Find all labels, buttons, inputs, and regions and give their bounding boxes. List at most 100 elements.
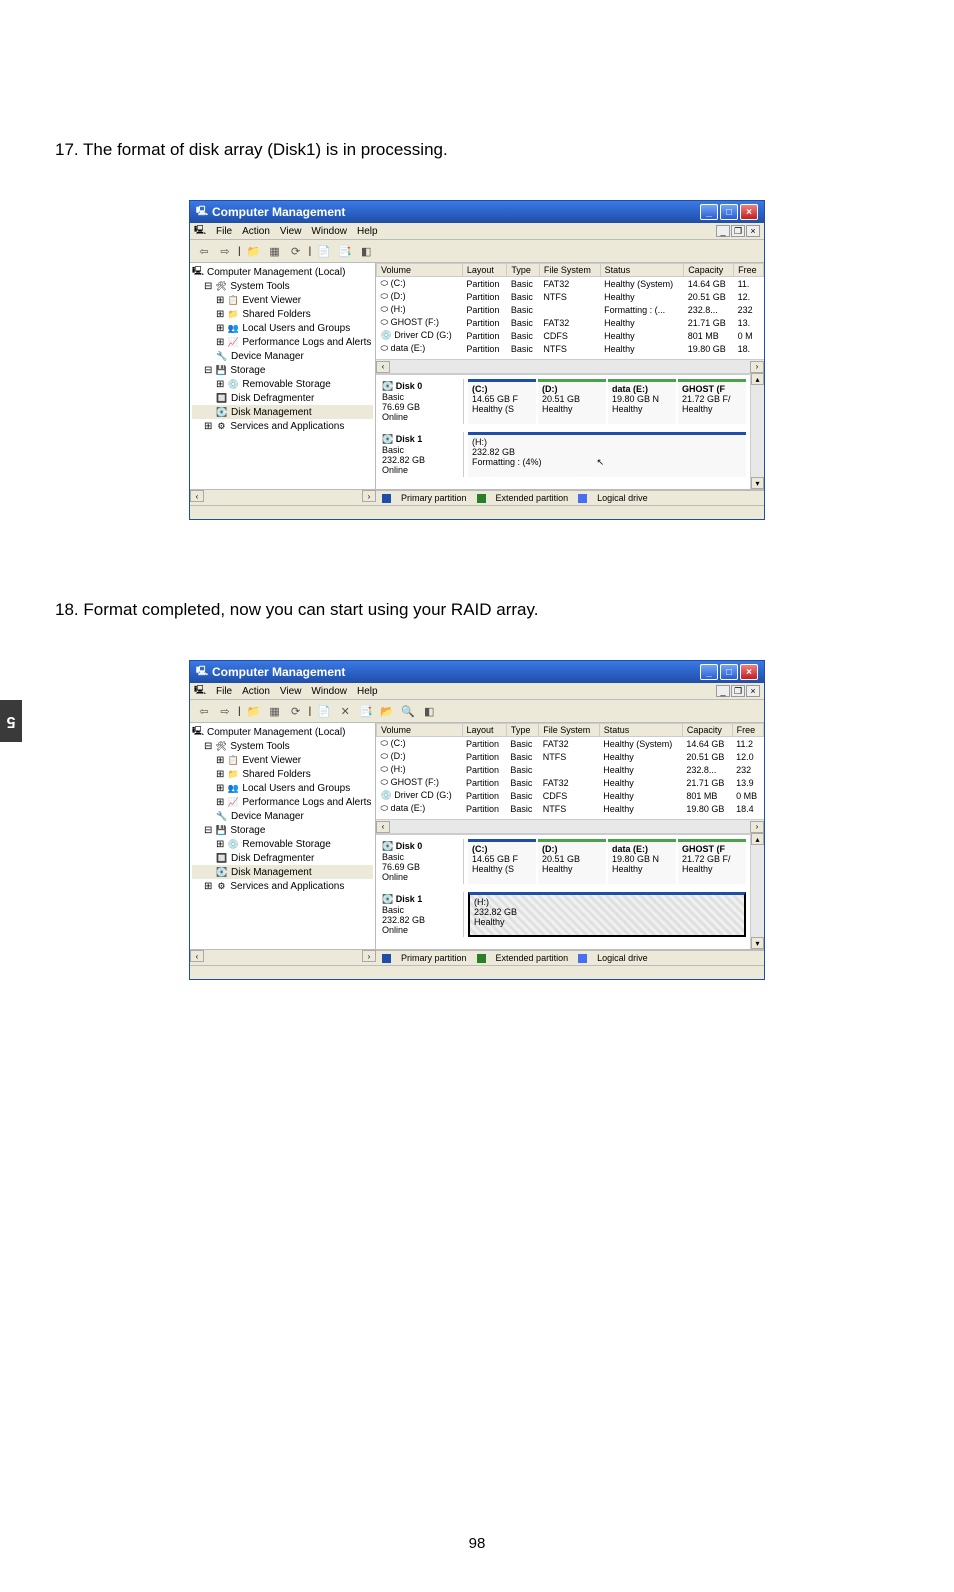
- disk0-partition[interactable]: GHOST (F21.72 GB F/Healthy: [678, 379, 746, 424]
- col-type[interactable]: Type: [507, 264, 540, 277]
- scroll-right-icon[interactable]: ›: [750, 821, 764, 833]
- tree-pane[interactable]: 🖳Computer Management (Local) ⊟🛠System To…: [190, 723, 376, 949]
- horizontal-scrollbar[interactable]: ‹ ›: [376, 359, 764, 373]
- menu-file[interactable]: File: [216, 686, 232, 697]
- menu-help[interactable]: Help: [357, 686, 378, 697]
- col-volume[interactable]: Volume: [377, 724, 463, 737]
- tree-pane[interactable]: 🖳Computer Management (Local) ⊟🛠System To…: [190, 263, 376, 489]
- refresh-icon[interactable]: ⟳: [288, 703, 304, 719]
- refresh-icon[interactable]: ⟳: [288, 243, 304, 259]
- col-capacity[interactable]: Capacity: [682, 724, 732, 737]
- delete-icon[interactable]: ✕: [337, 703, 353, 719]
- tree-storage[interactable]: ⊟💾Storage: [192, 363, 373, 377]
- disk0-row[interactable]: 💽 Disk 0 Basic 76.69 GB Online (C:)14.65…: [380, 379, 746, 424]
- titlebar[interactable]: 🖳 Computer Management _ □ ×: [190, 201, 764, 223]
- close-button[interactable]: ×: [740, 664, 758, 680]
- inner-close-button[interactable]: ×: [746, 685, 760, 697]
- menu-view[interactable]: View: [280, 226, 302, 237]
- disk1-partition[interactable]: (H:) 232.82 GB Healthy: [468, 892, 746, 937]
- scroll-down-icon[interactable]: ▾: [751, 477, 764, 489]
- tree-defrag[interactable]: 🔲Disk Defragmenter: [192, 851, 373, 865]
- disk0-row[interactable]: 💽 Disk 0 Basic 76.69 GB Online (C:)14.65…: [380, 839, 746, 884]
- volume-table[interactable]: Volume Layout Type File System Status Ca…: [376, 723, 764, 815]
- disk0-partition[interactable]: GHOST (F21.72 GB F/Healthy: [678, 839, 746, 884]
- list-icon[interactable]: ▦: [267, 243, 283, 259]
- tree-defrag[interactable]: 🔲Disk Defragmenter: [192, 391, 373, 405]
- tree-services[interactable]: ⊞⚙Services and Applications: [192, 879, 373, 893]
- menu-help[interactable]: Help: [357, 226, 378, 237]
- menu-action[interactable]: Action: [242, 686, 270, 697]
- tree-sharedfolders[interactable]: ⊞📁Shared Folders: [192, 307, 373, 321]
- disk1-row[interactable]: 💽 Disk 1 Basic 232.82 GB Online (H:) 232…: [380, 892, 746, 937]
- back-icon[interactable]: ⇦: [196, 703, 212, 719]
- inner-restore-button[interactable]: ❐: [731, 225, 745, 237]
- tree-services[interactable]: ⊞⚙Services and Applications: [192, 419, 373, 433]
- tree-localusers[interactable]: ⊞👥Local Users and Groups: [192, 321, 373, 335]
- inner-restore-button[interactable]: ❐: [731, 685, 745, 697]
- disk0-partition[interactable]: (D:)20.51 GBHealthy: [538, 839, 606, 884]
- col-fs[interactable]: File System: [539, 264, 600, 277]
- menu-file[interactable]: File: [216, 226, 232, 237]
- tree-devmgr[interactable]: 🔧Device Manager: [192, 809, 373, 823]
- col-fs[interactable]: File System: [539, 724, 599, 737]
- col-free[interactable]: Free: [732, 724, 763, 737]
- disk0-partition[interactable]: (C:)14.65 GB FHealthy (S: [468, 379, 536, 424]
- table-row[interactable]: ⬭ (C:)PartitionBasicFAT32Healthy (System…: [377, 277, 764, 291]
- vertical-scrollbar[interactable]: ▴ ▾: [750, 833, 764, 949]
- scroll-down-icon[interactable]: ▾: [751, 937, 764, 949]
- disk0-partition[interactable]: (C:)14.65 GB FHealthy (S: [468, 839, 536, 884]
- menu-action[interactable]: Action: [242, 226, 270, 237]
- col-layout[interactable]: Layout: [462, 724, 506, 737]
- search-toolbar-icon[interactable]: 🔍: [400, 703, 416, 719]
- tree-systools[interactable]: ⊟🛠System Tools: [192, 739, 373, 753]
- tree-diskmgmt[interactable]: 💽Disk Management: [192, 405, 373, 419]
- settings-icon[interactable]: 📑: [337, 243, 353, 259]
- properties-icon[interactable]: 📄: [316, 703, 332, 719]
- scroll-up-icon[interactable]: ▴: [751, 833, 764, 845]
- titlebar[interactable]: 🖳 Computer Management _ □ ×: [190, 661, 764, 683]
- volume-table[interactable]: Volume Layout Type File System Status Ca…: [376, 263, 764, 355]
- maximize-button[interactable]: □: [720, 204, 738, 220]
- col-capacity[interactable]: Capacity: [684, 264, 734, 277]
- forward-icon[interactable]: ⇨: [217, 243, 233, 259]
- table-row[interactable]: ⬭ data (E:)PartitionBasicNTFSHealthy19.8…: [377, 342, 764, 355]
- horizontal-scrollbar[interactable]: ‹ ›: [376, 819, 764, 833]
- col-layout[interactable]: Layout: [462, 264, 506, 277]
- scroll-left-icon[interactable]: ‹: [376, 361, 390, 373]
- table-row[interactable]: ⬭ (H:)PartitionBasicHealthy232.8...232: [377, 763, 764, 776]
- up-folder-icon[interactable]: 📁: [246, 243, 262, 259]
- disk0-partition[interactable]: data (E:)19.80 GB NHealthy: [608, 839, 676, 884]
- tree-horizontal-scrollbar[interactable]: ‹ ›: [190, 950, 376, 964]
- col-status[interactable]: Status: [600, 264, 684, 277]
- up-folder-icon[interactable]: 📁: [246, 703, 262, 719]
- tree-removable[interactable]: ⊞💿Removable Storage: [192, 377, 373, 391]
- minimize-button[interactable]: _: [700, 664, 718, 680]
- minimize-button[interactable]: _: [700, 204, 718, 220]
- table-row[interactable]: ⬭ (D:)PartitionBasicNTFSHealthy20.51 GB1…: [377, 290, 764, 303]
- table-row[interactable]: 💿 Driver CD (G:)PartitionBasicCDFSHealth…: [377, 329, 764, 342]
- forward-icon[interactable]: ⇨: [217, 703, 233, 719]
- table-row[interactable]: ⬭ data (E:)PartitionBasicNTFSHealthy19.8…: [377, 802, 764, 815]
- table-row[interactable]: ⬭ (C:)PartitionBasicFAT32Healthy (System…: [377, 737, 764, 751]
- col-type[interactable]: Type: [506, 724, 538, 737]
- col-status[interactable]: Status: [599, 724, 682, 737]
- menu-window[interactable]: Window: [311, 226, 347, 237]
- disk1-row[interactable]: 💽 Disk 1 Basic 232.82 GB Online (H:) 232…: [380, 432, 746, 477]
- menu-window[interactable]: Window: [311, 686, 347, 697]
- close-button[interactable]: ×: [740, 204, 758, 220]
- scroll-up-icon[interactable]: ▴: [751, 373, 764, 385]
- tree-sharedfolders[interactable]: ⊞📁Shared Folders: [192, 767, 373, 781]
- properties-icon[interactable]: 📄: [316, 243, 332, 259]
- tree-devmgr[interactable]: 🔧Device Manager: [192, 349, 373, 363]
- tree-root[interactable]: 🖳Computer Management (Local): [192, 265, 373, 279]
- help-toolbar-icon[interactable]: ◧: [421, 703, 437, 719]
- table-row[interactable]: ⬭ GHOST (F:)PartitionBasicFAT32Healthy21…: [377, 316, 764, 329]
- maximize-button[interactable]: □: [720, 664, 738, 680]
- col-volume[interactable]: Volume: [377, 264, 463, 277]
- tree-diskmgmt[interactable]: 💽Disk Management: [192, 865, 373, 879]
- back-icon[interactable]: ⇦: [196, 243, 212, 259]
- table-row[interactable]: 💿 Driver CD (G:)PartitionBasicCDFSHealth…: [377, 789, 764, 802]
- settings-icon[interactable]: 📑: [358, 703, 374, 719]
- disk0-partition[interactable]: data (E:)19.80 GB NHealthy: [608, 379, 676, 424]
- open-icon[interactable]: 📂: [379, 703, 395, 719]
